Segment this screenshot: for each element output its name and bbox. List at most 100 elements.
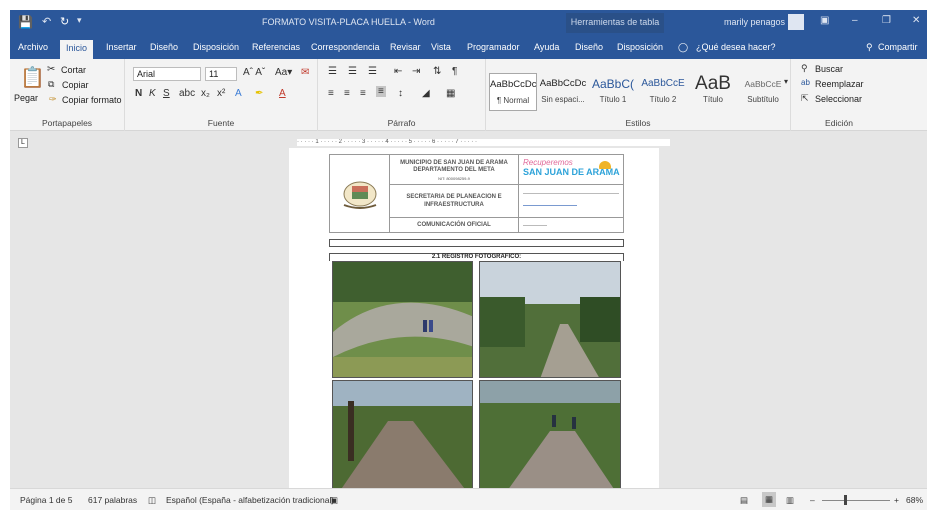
tab-correspondencia[interactable]: Correspondencia <box>311 42 380 52</box>
tab-inicio[interactable]: Inicio <box>60 40 94 59</box>
tab-table-disposicion[interactable]: Disposición <box>617 42 663 52</box>
photo-2[interactable] <box>479 261 621 378</box>
grow-font-icon[interactable]: Aˆ Aˇ <box>243 67 265 78</box>
font-size-select[interactable]: 11 <box>205 67 237 81</box>
share-button[interactable]: Compartir <box>878 42 918 52</box>
numbering-icon[interactable]: ☰ <box>348 66 357 77</box>
align-center-icon[interactable]: ≡ <box>344 88 350 99</box>
style-heading-2[interactable]: AaBbCcE Título 2 <box>639 73 687 111</box>
select-button[interactable]: Seleccionar <box>815 94 862 104</box>
styles-more-icon[interactable]: ▾ <box>784 77 788 86</box>
proofing-icon[interactable]: ◫ <box>148 495 156 506</box>
zoom-in-icon[interactable]: + <box>894 495 899 505</box>
quick-access-dropdown-icon[interactable]: ▾ <box>77 15 82 26</box>
text-effects-icon[interactable]: A <box>235 88 242 99</box>
undo-icon[interactable]: ↶ <box>42 15 51 28</box>
underline-icon[interactable]: S <box>163 88 170 99</box>
word-count[interactable]: 617 palabras <box>88 495 137 505</box>
paste-button[interactable]: Pegar <box>14 93 38 103</box>
tab-disposicion[interactable]: Disposición <box>193 42 239 52</box>
sort-icon[interactable]: ⇅ <box>433 66 441 77</box>
style-no-spacing[interactable]: AaBbCcDc Sin espaci... <box>539 73 587 111</box>
photo-1[interactable] <box>332 261 473 378</box>
shading-icon[interactable]: ◢ <box>422 88 430 99</box>
secretaria-cell: SECRETARIA DE PLANEACION E INFRAESTRUCTU… <box>390 185 519 218</box>
align-left-icon[interactable]: ≡ <box>328 88 334 99</box>
align-right-icon[interactable]: ≡ <box>360 88 366 99</box>
redo-icon[interactable]: ↻ <box>60 15 69 28</box>
tell-me-input[interactable]: ¿Qué desea hacer? <box>696 42 776 52</box>
bold-icon[interactable]: N <box>135 88 142 99</box>
paragraph-group-label: Párrafo <box>387 118 416 128</box>
horizontal-ruler[interactable]: · · · · · 1 · · · · · 2 · · · · · 3 · · … <box>297 139 670 146</box>
tab-insertar[interactable]: Insertar <box>106 42 137 52</box>
avatar[interactable] <box>788 14 804 30</box>
tab-archivo[interactable]: Archivo <box>18 42 48 52</box>
copy-icon[interactable]: ⧉ <box>48 79 54 90</box>
cut-button[interactable]: Cortar <box>61 65 86 75</box>
style-title[interactable]: AaB Título <box>689 73 737 111</box>
replace-button[interactable]: Reemplazar <box>815 79 864 89</box>
replace-icon[interactable]: ab <box>801 78 810 87</box>
tab-programador[interactable]: Programador <box>467 42 520 52</box>
multilevel-list-icon[interactable]: ☰ <box>368 66 377 77</box>
find-button[interactable]: Buscar <box>815 64 843 74</box>
zoom-out-icon[interactable]: – <box>810 495 815 505</box>
show-marks-icon[interactable]: ¶ <box>452 66 457 77</box>
search-icon[interactable]: ⚲ <box>801 63 808 74</box>
format-painter-icon[interactable]: ✑ <box>49 94 57 105</box>
web-layout-icon[interactable]: ▥ <box>786 495 794 506</box>
language-status[interactable]: Español (España - alfabetización tradici… <box>166 495 334 505</box>
tab-revisar[interactable]: Revisar <box>390 42 421 52</box>
style-normal[interactable]: AaBbCcDc ¶ Normal <box>489 73 537 111</box>
department-name: DEPARTAMENTO DEL META <box>413 167 495 173</box>
paste-icon[interactable]: 📋 <box>20 65 45 90</box>
comunicacion-text: COMUNICACIÓN OFICIAL <box>417 222 491 228</box>
restore-icon[interactable]: ❐ <box>882 15 891 26</box>
italic-icon[interactable]: K <box>149 88 156 99</box>
select-icon[interactable]: ⇱ <box>801 93 809 104</box>
save-icon[interactable]: 💾 <box>18 15 33 29</box>
increase-indent-icon[interactable]: ⇥ <box>412 66 420 77</box>
document-page[interactable]: MUNICIPIO DE SAN JUAN DE ARAMA DEPARTAME… <box>289 148 659 500</box>
highlight-icon[interactable]: ✒ <box>255 88 263 99</box>
bullets-icon[interactable]: ☰ <box>328 66 337 77</box>
strikethrough-icon[interactable]: abc <box>179 88 195 99</box>
share-icon[interactable]: ⚲ <box>866 42 873 53</box>
photo-3[interactable] <box>332 380 473 500</box>
style-preview: AaBbCcE <box>744 79 782 89</box>
zoom-level[interactable]: 68% <box>906 495 923 505</box>
print-layout-icon[interactable]: ▦ <box>762 492 777 507</box>
font-family-select[interactable]: Arial <box>133 67 201 81</box>
photo-4[interactable] <box>479 380 621 500</box>
change-case-icon[interactable]: Aa▾ <box>275 67 292 78</box>
tab-diseno[interactable]: Diseño <box>150 42 178 52</box>
decrease-indent-icon[interactable]: ⇤ <box>394 66 402 77</box>
tab-referencias[interactable]: Referencias <box>252 42 300 52</box>
style-heading-1[interactable]: AaBbC( Título 1 <box>589 73 637 111</box>
minimize-icon[interactable]: – <box>852 15 858 26</box>
macro-icon[interactable]: ▣ <box>330 495 338 506</box>
tab-selector[interactable]: L <box>18 138 28 148</box>
tab-table-diseno[interactable]: Diseño <box>575 42 603 52</box>
read-mode-icon[interactable]: ▤ <box>740 495 748 506</box>
font-color-icon[interactable]: A <box>279 88 286 99</box>
cut-icon[interactable]: ✂ <box>47 64 55 75</box>
close-icon[interactable]: ✕ <box>912 15 920 26</box>
tab-ayuda[interactable]: Ayuda <box>534 42 559 52</box>
tab-vista[interactable]: Vista <box>431 42 451 52</box>
justify-icon[interactable]: ≡ <box>376 86 386 97</box>
subscript-icon[interactable]: x₂ <box>201 88 210 99</box>
clear-format-icon[interactable]: ✉ <box>301 67 309 78</box>
ribbon-options-icon[interactable]: ▣ <box>820 15 829 26</box>
line-spacing-icon[interactable]: ↕ <box>398 88 403 99</box>
page-count[interactable]: Página 1 de 5 <box>20 495 72 505</box>
copy-button[interactable]: Copiar <box>62 80 89 90</box>
superscript-icon[interactable]: x² <box>217 88 225 99</box>
user-name[interactable]: marily penagos <box>724 17 785 27</box>
style-subtitle[interactable]: AaBbCcE Subtítulo <box>739 73 787 111</box>
format-painter-button[interactable]: Copiar formato <box>62 95 122 105</box>
zoom-slider[interactable] <box>822 500 890 501</box>
zoom-slider-thumb[interactable] <box>844 495 847 505</box>
borders-icon[interactable]: ▦ <box>446 88 455 99</box>
